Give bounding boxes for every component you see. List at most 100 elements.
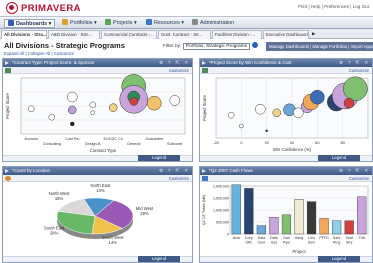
bar <box>269 217 279 235</box>
filter-go-icon[interactable] <box>252 42 259 48</box>
legend-button[interactable]: Legend <box>138 256 180 262</box>
collapse-icon[interactable] <box>5 61 9 65</box>
x-tick-label: Ring <box>333 241 340 245</box>
bubble-point <box>239 123 244 129</box>
pie-slice-percent: 28% <box>50 231 59 236</box>
x-axis-label: Win Confidence (%) <box>273 147 312 152</box>
x-tick-label: Sant <box>333 236 340 240</box>
chart-type-icon[interactable] <box>5 68 11 73</box>
x-tick-label: Stry <box>346 241 353 245</box>
bubble-point <box>147 95 162 111</box>
collapse-icon[interactable] <box>5 169 9 173</box>
portlet-footer: Legend <box>200 256 372 262</box>
tab-ad-division[interactable]: A&D Division - Stre... <box>48 30 100 39</box>
x-tick-label: Subcontr <box>167 142 183 146</box>
bar-chart-icon[interactable] <box>202 176 208 181</box>
menu-dashboards[interactable]: Dashboards ▾ <box>4 19 56 28</box>
bubble-point <box>90 110 95 115</box>
x-tick-label: Guarantee <box>145 137 163 141</box>
bubble-point <box>28 105 35 113</box>
pie-slice-percent: 13% <box>96 188 105 193</box>
x-tick-label: Data <box>258 236 266 240</box>
y-axis-label: Project Score <box>5 92 10 118</box>
tab-executive-dashboard[interactable]: Executive Dashboard <box>263 30 309 39</box>
bar <box>294 199 304 235</box>
x-tick-label: Avia <box>233 236 240 240</box>
collapse-icon[interactable] <box>202 169 206 173</box>
x-tick-label: EUCDC Co <box>104 137 123 141</box>
manage-actions[interactable]: Manage Dashboards | Manage Portfolios | … <box>266 42 373 51</box>
x-tick-label: 80 <box>340 140 345 145</box>
bubble-point <box>272 108 282 118</box>
bubble-point <box>70 121 75 127</box>
x-tick-label: 40 <box>290 140 295 145</box>
pie-slice-percent: 29% <box>140 211 149 216</box>
bubble-point <box>255 103 266 115</box>
portlet-tools-icon[interactable]: ⚙ ? ⇱ ✕ <box>159 167 190 175</box>
x-tick-label: Offc <box>246 241 253 245</box>
portlet-title-bar: *Q2 2007 Cash Flows ⚙ ? ⇱ ✕ <box>200 167 372 175</box>
bar <box>281 214 292 235</box>
bubble-point <box>89 101 96 109</box>
x-tick-label: Seat <box>345 236 352 240</box>
portfolio-icon <box>62 19 68 25</box>
x-tick-label: Corp <box>245 236 253 240</box>
legend-button[interactable]: Legend <box>318 155 360 161</box>
x-tick-label: General <box>127 142 141 146</box>
menu-resources[interactable]: Resources ▾ <box>146 19 184 28</box>
customize-link[interactable]: Customize <box>349 67 369 74</box>
x-tick-label: Hsng <box>295 236 303 240</box>
tab-all-divisions[interactable]: All Divisions - Stra... <box>1 30 47 39</box>
pie-chart-icon[interactable] <box>5 176 11 181</box>
location-pie-chart: North East13%Mid West29%South West14%Sou… <box>44 183 154 245</box>
portlet-tools-icon[interactable]: ⚙ ? ⇱ ✕ <box>159 59 190 67</box>
tab-govt-contract[interactable]: Govt. Contract - Str... <box>158 30 211 39</box>
primavera-logo[interactable]: PRIMAVERA <box>6 2 81 14</box>
customize-link[interactable]: Customize <box>169 67 189 74</box>
x-tick-label: 20 <box>264 140 269 145</box>
tab-facilities-division[interactable]: Facilities Division -... <box>212 30 262 39</box>
bar <box>332 220 342 235</box>
pie-slice-percent: 16% <box>55 196 64 201</box>
x-tick-label: Cent <box>258 241 266 245</box>
dashboard-icon <box>8 20 14 26</box>
menu-portfolios[interactable]: Portfolios ▾ <box>62 19 97 28</box>
top-links[interactable]: Print | Help | Preferences | Log Out <box>298 4 369 9</box>
win-confidence-bubble-chart: -20 0 20 40 60 80 Win Confidence (%) Project Sc… <box>202 76 369 152</box>
logo-text: PRIMAVERA <box>21 2 81 14</box>
customize-link[interactable]: Customize <box>349 175 369 182</box>
primavera-logo-icon <box>6 2 18 14</box>
x-tick-label: Serv <box>308 241 316 245</box>
portfolio-filter-select[interactable]: Portfolio: Strategic Programs <box>182 43 251 50</box>
bar <box>244 188 254 235</box>
tab-scroll-right-icon[interactable]: ▶ <box>310 30 317 39</box>
portlet-toolbar: Customize <box>200 67 372 74</box>
portlet-title-bar: *Contract Type, Project Score, & Sponsor… <box>3 59 192 67</box>
portlet-toolbar: Customize <box>200 175 372 182</box>
bar <box>306 201 317 235</box>
projects-icon <box>105 19 111 25</box>
tab-commercial-contracts[interactable]: Commercial Contracts -... <box>101 30 157 39</box>
collapse-icon[interactable] <box>202 61 206 65</box>
portlet-tools-icon[interactable]: ⚙ ? ⇱ ✕ <box>339 167 370 175</box>
portlet-title-bar: *Project Score by Win Confidence & Cost ⚙… <box>200 59 372 67</box>
expand-collapse-links[interactable]: Expand All | Collapse All | Customize <box>4 51 74 56</box>
x-tick-label: Data <box>270 236 278 240</box>
x-tick-label: Accrues <box>24 137 38 141</box>
admin-icon <box>192 19 198 25</box>
x-tick-label: 60 <box>315 140 320 145</box>
customize-link[interactable]: Customize <box>169 175 189 182</box>
legend-button[interactable]: Legend <box>138 155 180 161</box>
portlet-tools-icon[interactable]: ⚙ ? ⇱ ✕ <box>339 59 370 67</box>
bar <box>357 196 367 235</box>
bubble-point <box>48 113 55 121</box>
menu-projects[interactable]: Projects ▾ <box>105 19 137 28</box>
bubble-point <box>343 76 368 102</box>
portlet-win-confidence: *Project Score by Win Confidence & Cost ⚙… <box>199 58 373 162</box>
filter-label: Filter by: <box>163 44 182 49</box>
portlet-footer: Legend <box>200 155 372 161</box>
x-tick-label: PFFD <box>319 236 329 240</box>
legend-button[interactable]: Legend <box>318 256 360 262</box>
menu-administration[interactable]: Administration <box>192 19 234 28</box>
chart-type-icon[interactable] <box>202 68 208 73</box>
